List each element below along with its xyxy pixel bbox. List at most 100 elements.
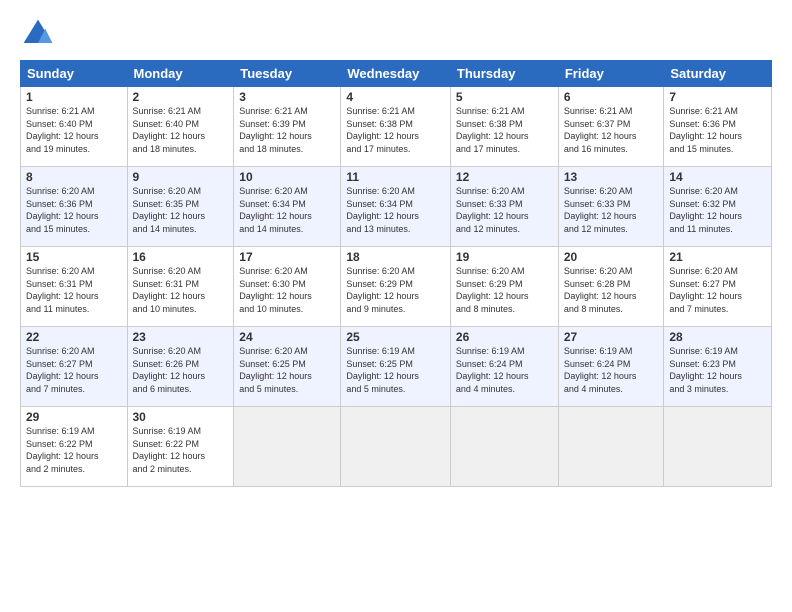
day-info: Sunrise: 6:20 AM Sunset: 6:31 PM Dayligh… xyxy=(26,265,122,315)
calendar-day-4: 4Sunrise: 6:21 AM Sunset: 6:38 PM Daylig… xyxy=(341,87,451,167)
day-info: Sunrise: 6:20 AM Sunset: 6:31 PM Dayligh… xyxy=(133,265,229,315)
weekday-header-tuesday: Tuesday xyxy=(234,61,341,87)
calendar-day-1: 1Sunrise: 6:21 AM Sunset: 6:40 PM Daylig… xyxy=(21,87,128,167)
day-number: 7 xyxy=(669,90,766,104)
day-number: 28 xyxy=(669,330,766,344)
calendar-day-25: 25Sunrise: 6:19 AM Sunset: 6:25 PM Dayli… xyxy=(341,327,451,407)
day-info: Sunrise: 6:21 AM Sunset: 6:37 PM Dayligh… xyxy=(564,105,659,155)
day-number: 21 xyxy=(669,250,766,264)
day-number: 27 xyxy=(564,330,659,344)
calendar-day-10: 10Sunrise: 6:20 AM Sunset: 6:34 PM Dayli… xyxy=(234,167,341,247)
weekday-header-thursday: Thursday xyxy=(450,61,558,87)
calendar-day-11: 11Sunrise: 6:20 AM Sunset: 6:34 PM Dayli… xyxy=(341,167,451,247)
calendar-week-3: 15Sunrise: 6:20 AM Sunset: 6:31 PM Dayli… xyxy=(21,247,772,327)
day-info: Sunrise: 6:21 AM Sunset: 6:39 PM Dayligh… xyxy=(239,105,335,155)
day-number: 9 xyxy=(133,170,229,184)
day-number: 1 xyxy=(26,90,122,104)
calendar-week-5: 29Sunrise: 6:19 AM Sunset: 6:22 PM Dayli… xyxy=(21,407,772,487)
calendar-day-29: 29Sunrise: 6:19 AM Sunset: 6:22 PM Dayli… xyxy=(21,407,128,487)
day-info: Sunrise: 6:19 AM Sunset: 6:22 PM Dayligh… xyxy=(26,425,122,475)
calendar-day-20: 20Sunrise: 6:20 AM Sunset: 6:28 PM Dayli… xyxy=(558,247,664,327)
day-number: 17 xyxy=(239,250,335,264)
day-number: 19 xyxy=(456,250,553,264)
day-info: Sunrise: 6:21 AM Sunset: 6:40 PM Dayligh… xyxy=(26,105,122,155)
day-info: Sunrise: 6:20 AM Sunset: 6:33 PM Dayligh… xyxy=(456,185,553,235)
calendar-day-13: 13Sunrise: 6:20 AM Sunset: 6:33 PM Dayli… xyxy=(558,167,664,247)
day-info: Sunrise: 6:20 AM Sunset: 6:34 PM Dayligh… xyxy=(239,185,335,235)
day-info: Sunrise: 6:20 AM Sunset: 6:29 PM Dayligh… xyxy=(346,265,445,315)
day-info: Sunrise: 6:21 AM Sunset: 6:38 PM Dayligh… xyxy=(456,105,553,155)
calendar-week-1: 1Sunrise: 6:21 AM Sunset: 6:40 PM Daylig… xyxy=(21,87,772,167)
day-info: Sunrise: 6:19 AM Sunset: 6:22 PM Dayligh… xyxy=(133,425,229,475)
empty-cell xyxy=(558,407,664,487)
day-info: Sunrise: 6:20 AM Sunset: 6:26 PM Dayligh… xyxy=(133,345,229,395)
day-info: Sunrise: 6:21 AM Sunset: 6:36 PM Dayligh… xyxy=(669,105,766,155)
day-info: Sunrise: 6:20 AM Sunset: 6:30 PM Dayligh… xyxy=(239,265,335,315)
calendar-day-14: 14Sunrise: 6:20 AM Sunset: 6:32 PM Dayli… xyxy=(664,167,772,247)
calendar-day-15: 15Sunrise: 6:20 AM Sunset: 6:31 PM Dayli… xyxy=(21,247,128,327)
day-number: 20 xyxy=(564,250,659,264)
day-info: Sunrise: 6:21 AM Sunset: 6:38 PM Dayligh… xyxy=(346,105,445,155)
weekday-header-sunday: Sunday xyxy=(21,61,128,87)
day-number: 3 xyxy=(239,90,335,104)
weekday-header-monday: Monday xyxy=(127,61,234,87)
calendar-day-7: 7Sunrise: 6:21 AM Sunset: 6:36 PM Daylig… xyxy=(664,87,772,167)
calendar-day-8: 8Sunrise: 6:20 AM Sunset: 6:36 PM Daylig… xyxy=(21,167,128,247)
weekday-header-friday: Friday xyxy=(558,61,664,87)
day-info: Sunrise: 6:20 AM Sunset: 6:27 PM Dayligh… xyxy=(669,265,766,315)
day-info: Sunrise: 6:20 AM Sunset: 6:28 PM Dayligh… xyxy=(564,265,659,315)
weekday-header-row: SundayMondayTuesdayWednesdayThursdayFrid… xyxy=(21,61,772,87)
day-info: Sunrise: 6:20 AM Sunset: 6:35 PM Dayligh… xyxy=(133,185,229,235)
day-number: 2 xyxy=(133,90,229,104)
day-number: 10 xyxy=(239,170,335,184)
calendar-day-6: 6Sunrise: 6:21 AM Sunset: 6:37 PM Daylig… xyxy=(558,87,664,167)
calendar-day-26: 26Sunrise: 6:19 AM Sunset: 6:24 PM Dayli… xyxy=(450,327,558,407)
day-number: 24 xyxy=(239,330,335,344)
day-number: 26 xyxy=(456,330,553,344)
calendar-day-22: 22Sunrise: 6:20 AM Sunset: 6:27 PM Dayli… xyxy=(21,327,128,407)
calendar-day-5: 5Sunrise: 6:21 AM Sunset: 6:38 PM Daylig… xyxy=(450,87,558,167)
day-info: Sunrise: 6:19 AM Sunset: 6:25 PM Dayligh… xyxy=(346,345,445,395)
day-info: Sunrise: 6:19 AM Sunset: 6:23 PM Dayligh… xyxy=(669,345,766,395)
calendar-day-23: 23Sunrise: 6:20 AM Sunset: 6:26 PM Dayli… xyxy=(127,327,234,407)
day-number: 15 xyxy=(26,250,122,264)
day-info: Sunrise: 6:19 AM Sunset: 6:24 PM Dayligh… xyxy=(564,345,659,395)
calendar-day-16: 16Sunrise: 6:20 AM Sunset: 6:31 PM Dayli… xyxy=(127,247,234,327)
day-number: 22 xyxy=(26,330,122,344)
calendar-day-30: 30Sunrise: 6:19 AM Sunset: 6:22 PM Dayli… xyxy=(127,407,234,487)
page: SundayMondayTuesdayWednesdayThursdayFrid… xyxy=(0,0,792,612)
day-number: 8 xyxy=(26,170,122,184)
calendar-day-19: 19Sunrise: 6:20 AM Sunset: 6:29 PM Dayli… xyxy=(450,247,558,327)
weekday-header-saturday: Saturday xyxy=(664,61,772,87)
calendar-day-21: 21Sunrise: 6:20 AM Sunset: 6:27 PM Dayli… xyxy=(664,247,772,327)
day-info: Sunrise: 6:20 AM Sunset: 6:34 PM Dayligh… xyxy=(346,185,445,235)
day-number: 18 xyxy=(346,250,445,264)
day-number: 4 xyxy=(346,90,445,104)
day-number: 12 xyxy=(456,170,553,184)
empty-cell xyxy=(450,407,558,487)
logo-icon xyxy=(20,16,56,52)
calendar-day-18: 18Sunrise: 6:20 AM Sunset: 6:29 PM Dayli… xyxy=(341,247,451,327)
calendar-week-4: 22Sunrise: 6:20 AM Sunset: 6:27 PM Dayli… xyxy=(21,327,772,407)
day-number: 6 xyxy=(564,90,659,104)
day-number: 23 xyxy=(133,330,229,344)
calendar-day-3: 3Sunrise: 6:21 AM Sunset: 6:39 PM Daylig… xyxy=(234,87,341,167)
logo xyxy=(20,16,60,52)
day-number: 25 xyxy=(346,330,445,344)
empty-cell xyxy=(234,407,341,487)
calendar-day-12: 12Sunrise: 6:20 AM Sunset: 6:33 PM Dayli… xyxy=(450,167,558,247)
day-info: Sunrise: 6:20 AM Sunset: 6:36 PM Dayligh… xyxy=(26,185,122,235)
header xyxy=(20,16,772,52)
day-info: Sunrise: 6:21 AM Sunset: 6:40 PM Dayligh… xyxy=(133,105,229,155)
day-info: Sunrise: 6:19 AM Sunset: 6:24 PM Dayligh… xyxy=(456,345,553,395)
empty-cell xyxy=(664,407,772,487)
calendar-day-28: 28Sunrise: 6:19 AM Sunset: 6:23 PM Dayli… xyxy=(664,327,772,407)
calendar-day-24: 24Sunrise: 6:20 AM Sunset: 6:25 PM Dayli… xyxy=(234,327,341,407)
day-number: 11 xyxy=(346,170,445,184)
day-info: Sunrise: 6:20 AM Sunset: 6:27 PM Dayligh… xyxy=(26,345,122,395)
calendar-table: SundayMondayTuesdayWednesdayThursdayFrid… xyxy=(20,60,772,487)
calendar-day-17: 17Sunrise: 6:20 AM Sunset: 6:30 PM Dayli… xyxy=(234,247,341,327)
calendar-day-27: 27Sunrise: 6:19 AM Sunset: 6:24 PM Dayli… xyxy=(558,327,664,407)
day-info: Sunrise: 6:20 AM Sunset: 6:29 PM Dayligh… xyxy=(456,265,553,315)
day-number: 29 xyxy=(26,410,122,424)
